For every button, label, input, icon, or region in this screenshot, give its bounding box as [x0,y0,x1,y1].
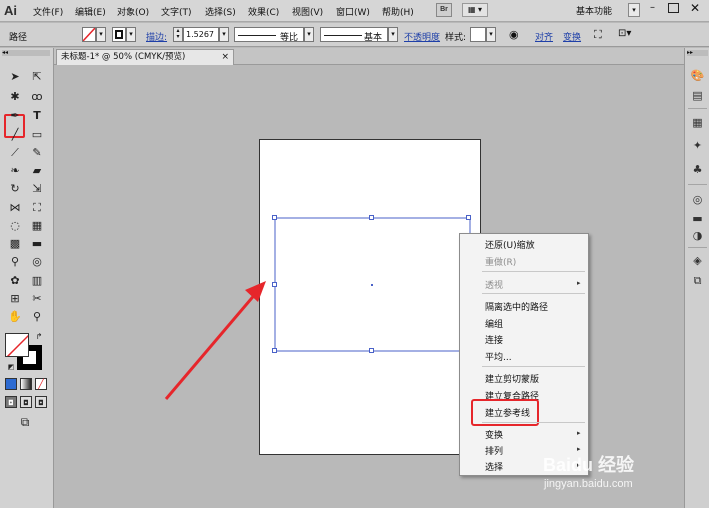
panel-dock: ▸▸ 🎨 ▤ ▦ ✦ ♣ ◎ ▬ ◑ ◈ ⧉ [684,48,709,508]
symbols-panel-icon[interactable]: ♣ [690,162,705,177]
red-arrow-shaft [164,291,259,400]
selection-overlay [164,217,471,400]
red-arrow-head [245,281,266,302]
baidu-watermark: Baidu 经验 [543,455,635,475]
swatches-panel-icon[interactable]: ▦ [690,115,705,130]
menu-item-make-clipping-mask[interactable]: 建立剪切蒙版 [485,372,539,385]
transparency-panel-icon[interactable]: ◑ [690,228,705,243]
center-point [371,284,373,286]
menu-item-transform[interactable]: 变换 [485,428,503,441]
watermark-url: jingyan.baidu.com [544,478,633,490]
menu-item-join[interactable]: 连接 [485,333,503,346]
submenu-arrow-icon: ▸ [577,429,581,437]
stroke-panel-icon[interactable]: ◎ [690,192,705,207]
dock-grip[interactable]: ▸▸ [687,50,708,56]
menu-item-group[interactable]: 编组 [485,317,503,330]
menu-item-isolate-path[interactable]: 隔离选中的路径 [485,300,548,313]
artboards-panel-icon[interactable]: ⧉ [690,273,705,288]
context-menu: 还原(U)缩放 重做(R) 透视 ▸ 隔离选中的路径 编组 连接 平均... 建… [459,233,589,476]
menu-item-redo: 重做(R) [485,258,517,268]
color-guide-icon[interactable]: ▤ [690,88,705,103]
submenu-arrow-icon: ▸ [577,279,581,287]
gradient-panel-icon[interactable]: ▬ [690,211,705,226]
handle-top-center[interactable] [369,215,374,220]
menu-item-average[interactable]: 平均... [485,350,512,363]
handle-top-right[interactable] [466,215,471,220]
color-panel-icon[interactable]: 🎨 [690,68,705,83]
menu-item-select[interactable]: 选择 [485,460,503,473]
menu-item-perspective: 透视 [485,281,504,291]
handle-middle-left[interactable] [272,282,277,287]
handle-top-left[interactable] [272,215,277,220]
brushes-panel-icon[interactable]: ✦ [690,138,705,153]
handle-bottom-left[interactable] [272,348,277,353]
menu-item-arrange[interactable]: 排列 [485,444,503,457]
handle-bottom-center[interactable] [369,348,374,353]
menu-item-undo-zoom[interactable]: 还原(U)缩放 [485,238,535,251]
layers-panel-icon[interactable]: ◈ [690,253,705,268]
